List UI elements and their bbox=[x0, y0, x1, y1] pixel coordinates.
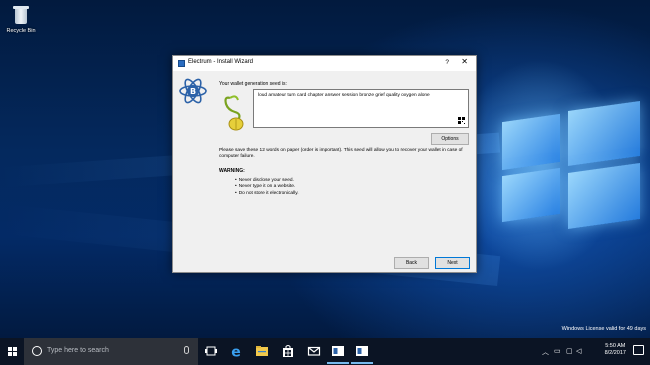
search-placeholder: Type here to search bbox=[47, 347, 109, 354]
task-view-icon[interactable] bbox=[204, 344, 218, 358]
back-button[interactable]: Back bbox=[394, 257, 429, 269]
windows-icon bbox=[8, 347, 12, 351]
windows-logo-wallpaper bbox=[480, 100, 650, 230]
chevron-up-icon[interactable]: ︿ bbox=[542, 347, 549, 357]
cortana-icon bbox=[32, 346, 42, 356]
warning-item: Do not store it electronically. bbox=[235, 191, 299, 197]
edge-icon[interactable]: e bbox=[229, 344, 243, 359]
seed-text: loud amateur turn card chapter answer se… bbox=[258, 93, 430, 98]
svg-text:e: e bbox=[231, 345, 241, 359]
clock[interactable]: 5:50 AM 8/2/2017 bbox=[605, 343, 626, 358]
warning-list: Never disclose your seed. Never type it … bbox=[235, 178, 299, 197]
mail-icon[interactable] bbox=[307, 344, 321, 358]
warning-title: WARNING: bbox=[219, 168, 245, 174]
file-explorer-icon[interactable] bbox=[255, 344, 269, 358]
active-indicator bbox=[327, 362, 349, 364]
next-button[interactable]: Next bbox=[435, 257, 470, 269]
dialog-title: Electrum - Install Wizard bbox=[188, 59, 254, 65]
svg-text:B: B bbox=[190, 87, 196, 96]
electrum-app-icon-2[interactable] bbox=[355, 344, 369, 358]
taskbar: Type here to search e ︿ ▭ ▢ ◁ 5:50 AM 8/… bbox=[0, 338, 650, 365]
license-watermark: Windows License valid for 49 days bbox=[561, 326, 646, 332]
active-indicator bbox=[351, 362, 373, 364]
dialog-titlebar[interactable]: Electrum - Install Wizard ? ✕ bbox=[173, 56, 476, 71]
clock-time: 5:50 AM bbox=[605, 343, 626, 349]
seed-text-area[interactable]: loud amateur turn card chapter answer se… bbox=[253, 89, 469, 128]
seed-sprout-icon bbox=[224, 95, 244, 131]
start-button[interactable] bbox=[0, 338, 24, 365]
search-input[interactable]: Type here to search bbox=[24, 338, 198, 365]
seed-instructions: Please save these 12 words on paper (ord… bbox=[219, 148, 463, 160]
recycle-bin-shortcut[interactable]: Recycle Bin bbox=[3, 4, 39, 34]
seed-label: Your wallet generation seed is: bbox=[219, 81, 287, 87]
store-icon[interactable] bbox=[281, 344, 295, 358]
help-button[interactable]: ? bbox=[445, 59, 449, 66]
electrum-logo-icon: B bbox=[179, 78, 207, 104]
electrum-app-icon[interactable] bbox=[331, 344, 345, 358]
recycle-bin-label: Recycle Bin bbox=[6, 28, 36, 34]
action-center-icon[interactable] bbox=[633, 345, 644, 355]
qr-code-icon[interactable] bbox=[458, 117, 465, 124]
message-icon[interactable]: ▢ bbox=[566, 347, 573, 355]
network-icon[interactable]: ▭ bbox=[554, 347, 561, 355]
clock-date: 8/2/2017 bbox=[604, 350, 626, 357]
warning-item: Never type it on a website. bbox=[235, 184, 299, 190]
close-button[interactable]: ✕ bbox=[461, 57, 468, 66]
install-wizard-dialog: Electrum - Install Wizard ? ✕ B Your wal… bbox=[172, 55, 477, 273]
recycle-bin-icon bbox=[12, 4, 30, 26]
volume-icon[interactable]: ◁ bbox=[576, 347, 581, 355]
microphone-icon[interactable] bbox=[184, 346, 189, 354]
system-tray: ︿ ▭ ▢ ◁ 5:50 AM 8/2/2017 bbox=[540, 338, 650, 365]
options-button[interactable]: Options bbox=[431, 133, 469, 145]
electrum-window-icon bbox=[178, 60, 185, 67]
